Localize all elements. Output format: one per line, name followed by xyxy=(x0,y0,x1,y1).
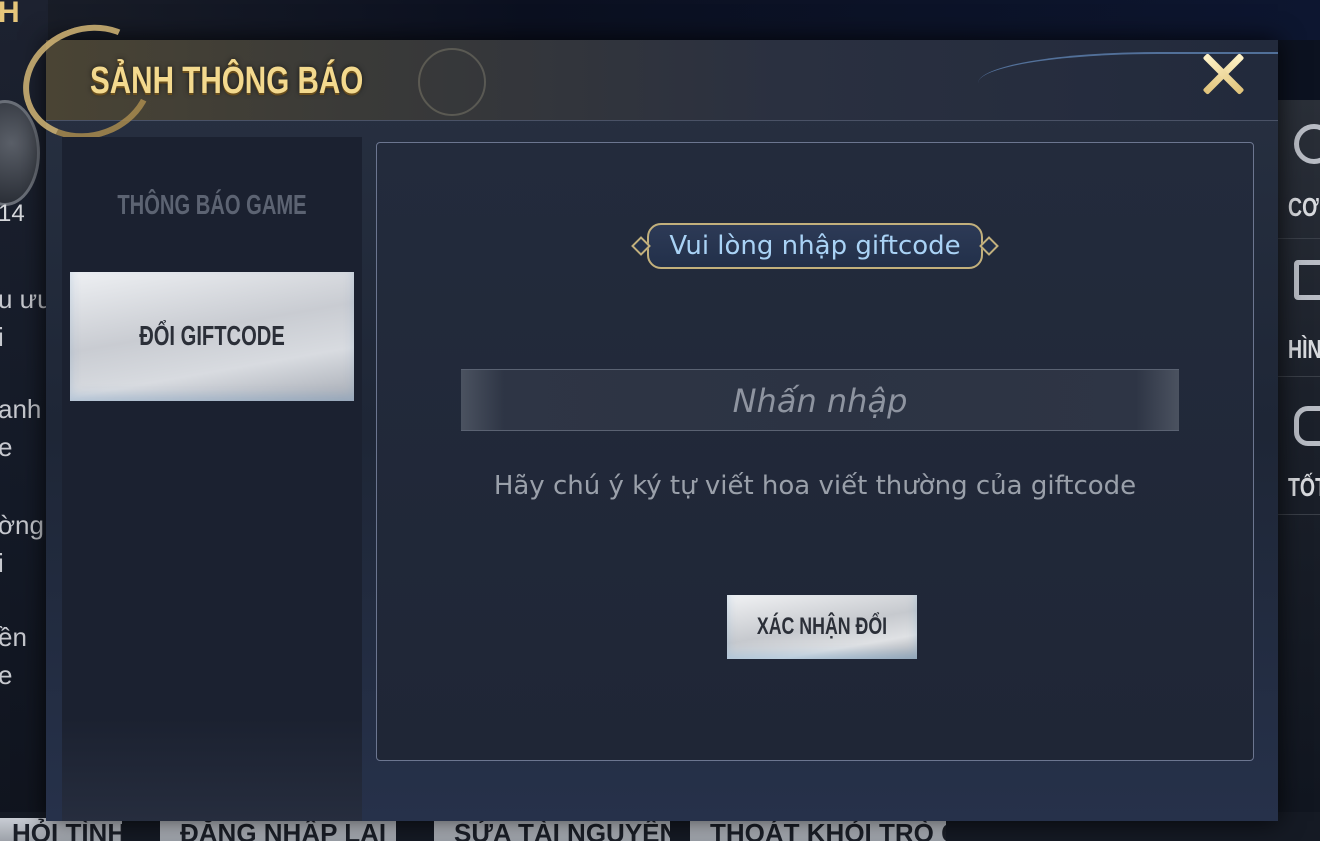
gamepad-icon xyxy=(1294,406,1320,446)
left-text-fragment: i xyxy=(0,548,4,578)
left-text-fragment: e xyxy=(0,660,13,690)
left-text-fragment: e xyxy=(0,432,13,462)
right-menu-item-controls[interactable]: TỐT xyxy=(1278,376,1320,515)
gear-icon xyxy=(1294,124,1320,164)
level-fragment: 14 xyxy=(0,200,25,227)
background-title-fragment: H xyxy=(0,0,20,29)
right-menu-item-settings[interactable]: CƠ xyxy=(1278,100,1320,239)
sidebar-item-game-notice[interactable]: THÔNG BÁO GAME xyxy=(70,137,354,272)
left-text-fragment: i xyxy=(0,322,4,352)
giftcode-input-placeholder: Nhấn nhập xyxy=(732,382,908,420)
background-top-bar xyxy=(0,0,1320,40)
left-text-fragment: ền xyxy=(0,622,27,652)
giftcode-banner-text: Vui lòng nhập giftcode xyxy=(669,231,961,261)
monitor-icon xyxy=(1294,260,1320,300)
header-emblem-icon xyxy=(418,48,486,116)
left-text-fragment: u ưu xyxy=(0,284,48,314)
left-text-fragment: anh xyxy=(0,394,42,424)
right-menu-item-graphics[interactable]: HÌNH xyxy=(1278,238,1320,377)
right-menu-label: CƠ xyxy=(1288,192,1319,222)
notification-modal: SẢNH THÔNG BÁO THÔNG BÁO GAME ĐỔI GIFTCO… xyxy=(6,6,1278,821)
giftcode-hint: Hãy chú ý ký tự viết hoa viết thường của… xyxy=(493,471,1137,501)
right-menu-label: HÌNH xyxy=(1288,334,1320,364)
giftcode-panel: Vui lòng nhập giftcode Nhấn nhập Hãy chú… xyxy=(376,142,1254,761)
confirm-redeem-label: XÁC NHẬN ĐỔI xyxy=(756,613,888,640)
sidebar-item-giftcode[interactable]: ĐỔI GIFTCODE xyxy=(70,272,354,401)
bottom-tab[interactable]: THOÁT KHỎI TRÒ CHƠI xyxy=(690,818,946,841)
diamond-ornament-icon xyxy=(631,236,651,256)
giftcode-banner: Vui lòng nhập giftcode xyxy=(631,223,999,269)
background-right-menu: CƠ HÌNH TỐT xyxy=(1278,100,1320,841)
diamond-ornament-icon xyxy=(979,236,999,256)
sidebar-item-label: THÔNG BÁO GAME xyxy=(117,189,307,220)
giftcode-input[interactable]: Nhấn nhập xyxy=(461,369,1179,431)
modal-header: SẢNH THÔNG BÁO xyxy=(6,6,1278,158)
sidebar-item-label: ĐỔI GIFTCODE xyxy=(139,320,285,351)
confirm-redeem-button[interactable]: XÁC NHẬN ĐỔI xyxy=(727,595,917,659)
right-menu-label: TỐT xyxy=(1288,472,1320,502)
modal-title: SẢNH THÔNG BÁO xyxy=(90,60,364,102)
close-icon[interactable] xyxy=(1196,46,1250,100)
modal-sidebar: THÔNG BÁO GAME ĐỔI GIFTCODE xyxy=(62,137,362,821)
bottom-tab[interactable]: ĐĂNG NHẬP LẠI xyxy=(160,818,396,841)
bottom-tab[interactable]: SỬA TÀI NGUYÊN xyxy=(434,818,670,841)
left-text-fragment: ờng xyxy=(0,510,44,540)
bottom-tab[interactable]: HỎI TÌNH xyxy=(0,818,122,841)
